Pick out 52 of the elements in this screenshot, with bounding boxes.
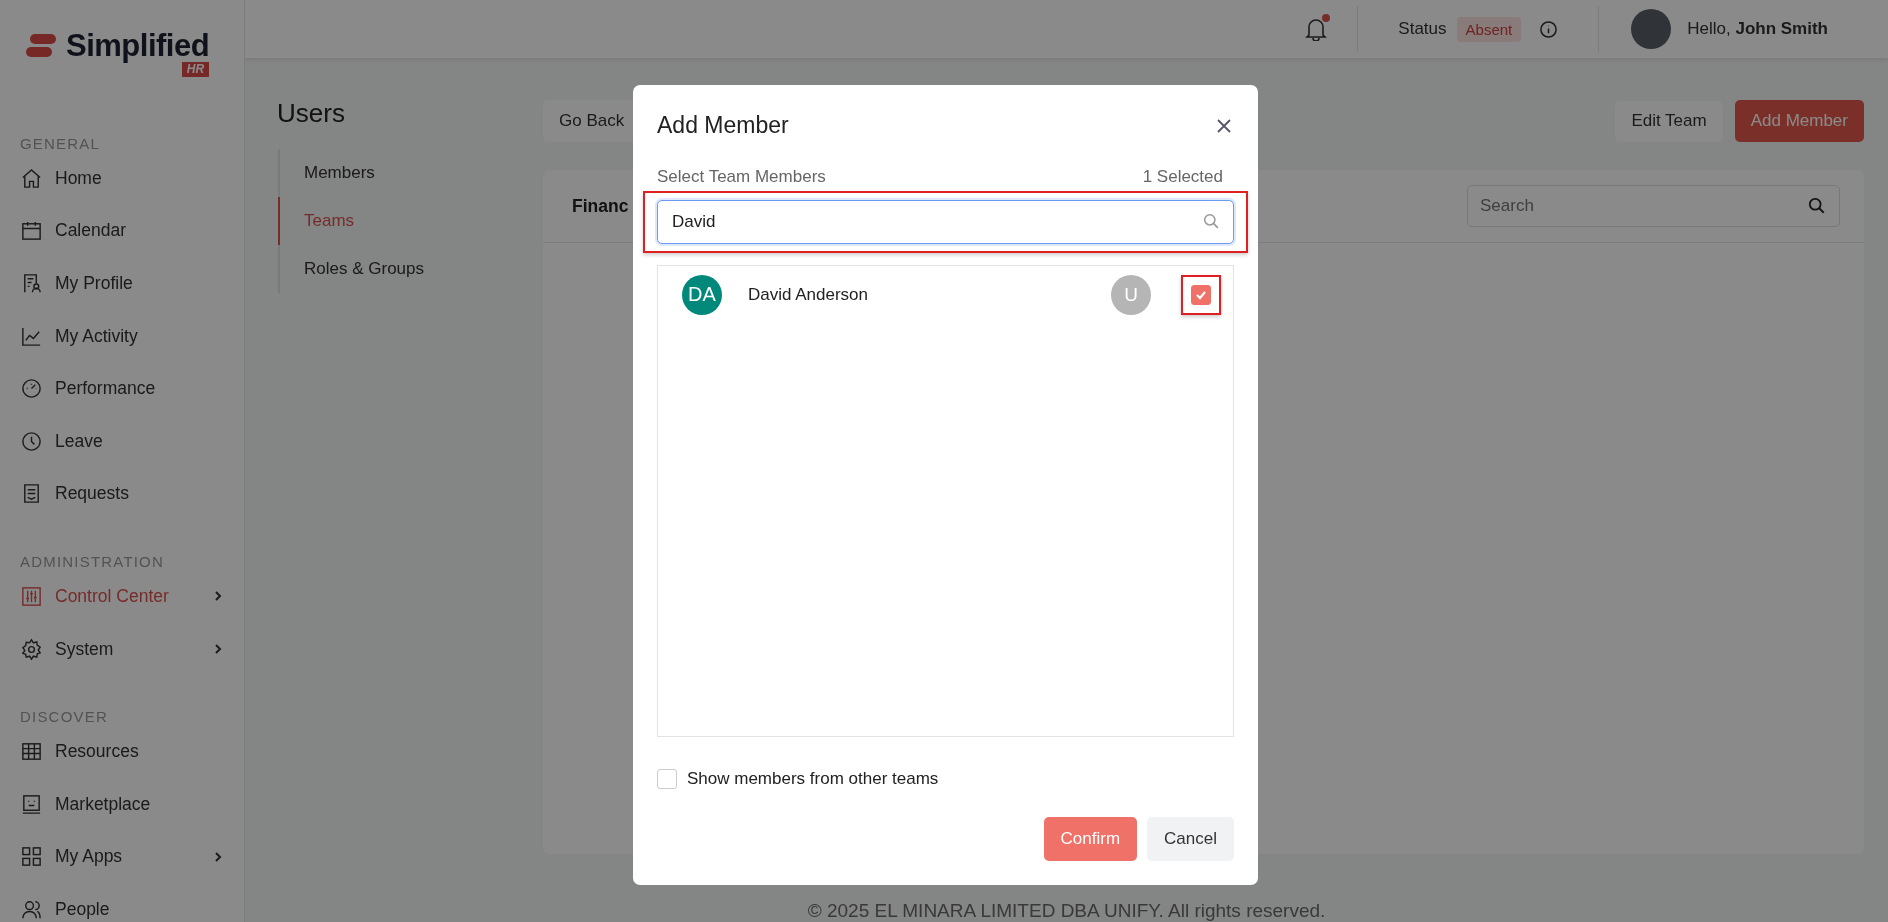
dialog-title: Add Member	[657, 112, 789, 140]
member-search-field[interactable]: David	[657, 199, 1234, 244]
role-avatar: U	[1111, 274, 1151, 315]
search-icon	[1203, 212, 1220, 230]
field-label: Select Team Members	[657, 166, 826, 187]
add-member-button[interactable]: Add Member	[1734, 100, 1864, 142]
page-title: Users	[277, 98, 346, 129]
calendar-icon	[20, 219, 43, 243]
edit-team-button[interactable]: Edit Team	[1615, 100, 1723, 142]
sidebar-item[interactable]: Performance	[0, 362, 244, 415]
notification-bell-icon[interactable]	[1305, 17, 1328, 41]
search-field[interactable]: Search	[1467, 185, 1840, 227]
logo-badge: HR	[181, 62, 210, 77]
sidebar-item[interactable]: Home	[0, 152, 244, 205]
member-checkbox[interactable]	[1191, 284, 1211, 305]
initials-avatar: DA	[682, 274, 722, 315]
clock-icon	[20, 429, 43, 453]
cancel-button[interactable]: Cancel	[1147, 817, 1234, 861]
selected-count: 1 Selected	[1142, 166, 1223, 187]
checkbox-label: Show members from other teams	[687, 769, 939, 789]
copyright-text: © 2025 EL MINARA LIMITED DBA UNIFY. All rights reserved.	[807, 900, 1326, 921]
sidebar-item[interactable]: Calendar	[0, 204, 244, 258]
sidebar-item[interactable]: Requests	[0, 467, 244, 521]
sidebar-item[interactable]: My Activity	[0, 309, 244, 363]
info-icon[interactable]	[1539, 19, 1559, 39]
sidebar-item[interactable]: Leave	[0, 414, 244, 468]
sidebar-item[interactable]: My Apps	[0, 830, 244, 884]
sidebar-item[interactable]: System	[0, 622, 244, 676]
sidebar-item[interactable]: People	[0, 883, 244, 922]
user-greeting: Hello, John Smith	[1687, 19, 1828, 39]
sidebar-item[interactable]: Marketplace	[0, 777, 244, 831]
close-icon[interactable]	[1216, 117, 1232, 134]
grid-icon	[20, 845, 43, 869]
logo-mark-icon	[26, 33, 58, 59]
status-label: Status	[1398, 19, 1447, 39]
sliders-icon	[20, 584, 43, 608]
checkbox[interactable]	[657, 769, 677, 789]
search-icon	[1808, 197, 1826, 215]
display-icon	[20, 792, 43, 816]
subnav-tab[interactable]: Members	[278, 149, 543, 197]
status-badge: Absent	[1456, 16, 1522, 42]
gauge-icon	[20, 377, 43, 401]
member-name: David Anderson	[748, 284, 870, 305]
sidebar-item[interactable]: Resources	[0, 725, 244, 778]
settings-icon	[20, 637, 43, 661]
home-icon	[20, 166, 43, 190]
subnav-tab[interactable]: Roles & Groups	[278, 245, 543, 293]
avatar-photo-placeholder[interactable]	[1631, 9, 1672, 49]
sidebar-item[interactable]: Control Center	[0, 570, 244, 623]
sidebar-item[interactable]: My Profile	[0, 257, 244, 310]
card-title: Financ	[572, 195, 629, 217]
confirm-button[interactable]: Confirm	[1043, 817, 1138, 861]
